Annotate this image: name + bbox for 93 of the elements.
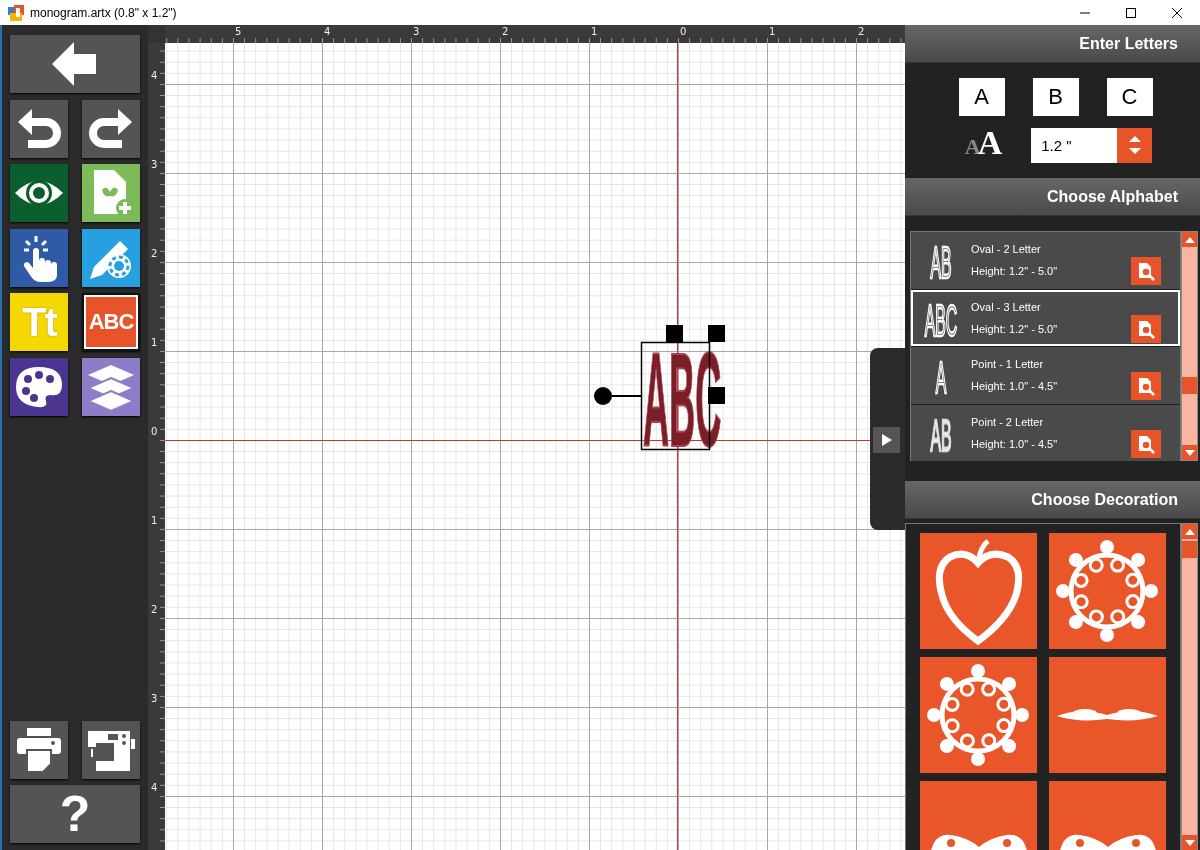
alphabet-preview: A	[935, 353, 947, 398]
alphabet-item[interactable]: AB Point - 2 Letter Height: 1.0" - 4.5"	[911, 404, 1180, 461]
ruler-label: 2	[151, 248, 158, 259]
alphabet-name: Oval - 3 Letter	[971, 300, 1042, 313]
rotate-handle[interactable]	[594, 387, 642, 405]
play-icon	[881, 434, 892, 446]
down-triangle-icon	[1184, 839, 1195, 846]
up-triangle-icon	[1184, 236, 1195, 243]
scroll-thumb[interactable]	[1182, 377, 1197, 394]
alphabet-height: Height: 1.0" - 4.5"	[971, 380, 1059, 393]
down-triangle-icon	[1184, 449, 1195, 456]
palette-button[interactable]	[10, 357, 68, 416]
document-search-icon	[1136, 376, 1156, 397]
ruler-label: 4	[324, 26, 331, 37]
letter-field[interactable]: A	[958, 78, 1005, 116]
decoration-tile[interactable]	[1049, 781, 1166, 850]
preview-button[interactable]	[1131, 257, 1161, 286]
decoration-tile[interactable]	[1049, 657, 1166, 773]
ruler-label: 3	[151, 159, 158, 170]
document-search-icon	[1136, 261, 1156, 282]
close-icon	[1172, 7, 1182, 18]
ruler-label: 0	[151, 426, 158, 437]
ruler-label: 5	[235, 26, 242, 37]
app-icon	[8, 4, 24, 21]
document-search-icon	[1136, 318, 1156, 339]
edit-button[interactable]	[82, 228, 140, 287]
redo-button[interactable]	[82, 99, 140, 158]
back-button[interactable]	[10, 35, 140, 93]
ruler-label: 4	[151, 70, 158, 81]
expand-button[interactable]	[873, 427, 900, 453]
height-field[interactable]: 1.2 "	[1031, 127, 1118, 163]
ruler-label: 3	[413, 26, 420, 37]
decoration-tile[interactable]	[1049, 533, 1166, 649]
alphabet-height: Height: 1.2" - 5.0"	[971, 322, 1059, 335]
alphabet-preview: ABC	[924, 295, 958, 340]
alphabet-name: Point - 1 Letter	[971, 358, 1045, 371]
document-search-icon	[1136, 433, 1156, 454]
window-title: monogram.artx (0.8" x 1.2")	[30, 5, 177, 20]
ruler-label: 0	[680, 26, 687, 37]
preview-button[interactable]	[1131, 372, 1161, 401]
ruler-label: 4	[151, 782, 158, 793]
ruler-label: 2	[502, 26, 509, 37]
up-triangle-icon	[1184, 528, 1195, 535]
text-size-icon: AA	[964, 125, 1000, 165]
select-button[interactable]	[10, 228, 68, 287]
print-button[interactable]	[10, 720, 68, 779]
up-down-icon	[1127, 133, 1142, 157]
preview-button[interactable]	[1131, 429, 1161, 458]
scroll-up-button[interactable]	[1182, 524, 1197, 539]
printer-icon	[15, 725, 63, 774]
alphabet-item[interactable]: A Point - 1 Letter Height: 1.0" - 4.5"	[911, 347, 1180, 404]
ruler-label: 3	[151, 693, 158, 704]
spin-button[interactable]	[1117, 127, 1153, 163]
ruler-label: 1	[591, 26, 598, 37]
ruler-label: 1	[769, 26, 776, 37]
section-title: Enter Letters	[1079, 34, 1178, 53]
sew-button[interactable]	[82, 720, 140, 779]
scroll-down-button[interactable]	[1182, 445, 1197, 460]
add-design-button[interactable]	[82, 164, 140, 222]
maximize-icon	[1126, 7, 1136, 18]
flourish-icon	[1057, 707, 1158, 723]
preview-button[interactable]	[10, 164, 68, 222]
decoration-tile[interactable]	[920, 533, 1037, 649]
alphabet-height: Height: 1.0" - 4.5"	[971, 437, 1059, 450]
decoration-tile[interactable]	[920, 781, 1037, 850]
ruler-label: 1	[151, 515, 158, 526]
monogram-button[interactable]: ABC	[82, 293, 140, 351]
help-button[interactable]: ?	[10, 785, 140, 843]
ruler-label: 1	[151, 337, 158, 348]
layers-button[interactable]	[82, 357, 140, 416]
preview-button[interactable]	[1131, 314, 1161, 343]
ruler-label: 2	[151, 604, 158, 615]
alphabet-name: Oval - 2 Letter	[971, 243, 1042, 256]
letter-field[interactable]: B	[1032, 78, 1079, 116]
section-title: Choose Alphabet	[1047, 187, 1178, 206]
flourish-icon	[1059, 833, 1156, 850]
section-title: Choose Decoration	[1031, 490, 1178, 509]
undo-button[interactable]	[10, 99, 68, 158]
alphabet-height: Height: 1.2" - 5.0"	[971, 265, 1059, 278]
scroll-down-button[interactable]	[1182, 835, 1197, 850]
alphabet-name: Point - 2 Letter	[971, 415, 1045, 428]
layers-icon	[86, 362, 136, 411]
decoration-tile[interactable]	[920, 657, 1037, 773]
flourish-icon	[930, 833, 1027, 850]
alphabet-item[interactable]: ABC Oval - 3 Letter Height: 1.2" - 5.0"	[911, 289, 1180, 346]
palette-icon	[14, 364, 64, 409]
ruler-label: 2	[858, 26, 865, 37]
alphabet-preview: AB	[930, 238, 952, 283]
alphabet-item[interactable]: AB Oval - 2 Letter Height: 1.2" - 5.0"	[911, 232, 1180, 289]
letter-field[interactable]: C	[1106, 78, 1153, 116]
scroll-thumb[interactable]	[1182, 541, 1197, 558]
scroll-up-button[interactable]	[1182, 232, 1197, 247]
alphabet-preview: AB	[930, 410, 952, 455]
